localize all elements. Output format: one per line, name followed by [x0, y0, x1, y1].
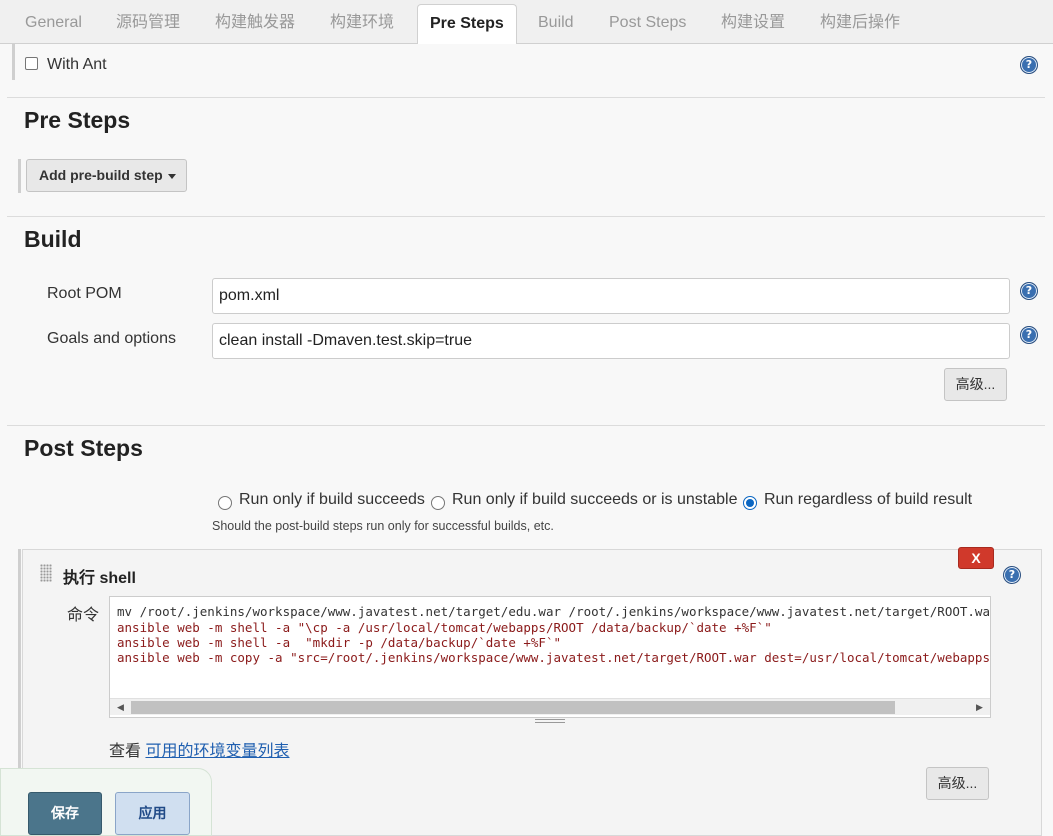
tab-build-settings[interactable]: 构建设置 — [721, 0, 785, 44]
help-icon[interactable]: ? — [1020, 56, 1038, 74]
root-pom-label: Root POM — [47, 285, 122, 302]
delete-step-button[interactable]: X — [958, 547, 994, 569]
tab-source-control[interactable]: 源码管理 — [116, 0, 180, 44]
apply-button[interactable]: 应用 — [115, 792, 190, 835]
command-label: 命令 — [67, 607, 100, 624]
tab-pre-steps[interactable]: Pre Steps — [417, 4, 517, 45]
tab-build-triggers[interactable]: 构建触发器 — [215, 0, 295, 44]
radio-run-if-success-or-unstable-label: Run only if build succeeds or is unstabl… — [452, 491, 738, 508]
tab-build-environment[interactable]: 构建环境 — [330, 0, 394, 44]
scroll-left-icon[interactable]: ◀ — [112, 699, 129, 716]
env-vars-row: 查看 可用的环境变量列表 — [109, 737, 289, 761]
help-icon[interactable]: ? — [1020, 282, 1038, 300]
shell-advanced-button[interactable]: 高级... — [926, 767, 989, 800]
resize-handle-icon[interactable] — [535, 719, 565, 723]
shell-step-title: 执行 shell — [63, 570, 136, 587]
build-advanced-button[interactable]: 高级... — [944, 368, 1007, 401]
save-button[interactable]: 保存 — [28, 792, 102, 835]
divider — [7, 425, 1045, 426]
caret-down-icon — [168, 174, 176, 179]
divider — [7, 97, 1045, 98]
horizontal-scrollbar[interactable]: ◀ ▶ — [110, 698, 990, 715]
radio-run-if-success-label: Run only if build succeeds — [239, 491, 425, 508]
scroll-right-icon[interactable]: ▶ — [971, 699, 988, 716]
goals-options-label: Goals and options — [47, 330, 176, 347]
drag-handle-icon[interactable] — [40, 564, 52, 582]
env-vars-prefix: 查看 — [109, 743, 142, 760]
tab-general[interactable]: General — [25, 0, 82, 44]
post-steps-hint: Should the post-build steps run only for… — [212, 519, 554, 533]
divider — [7, 216, 1045, 217]
code-line: ansible web -m shell -a "mkdir -p /data/… — [117, 635, 562, 650]
tab-post-build-actions[interactable]: 构建后操作 — [820, 0, 900, 44]
with-ant-checkbox[interactable] — [25, 57, 38, 70]
code-line: ansible web -m copy -a "src=/root/.jenki… — [117, 650, 991, 665]
help-icon[interactable]: ? — [1020, 326, 1038, 344]
section-marker — [18, 159, 21, 193]
section-marker — [12, 44, 15, 80]
with-ant-label: With Ant — [47, 56, 107, 73]
add-pre-build-step-label: Add pre-build step — [39, 167, 163, 183]
env-vars-link[interactable]: 可用的环境变量列表 — [145, 743, 289, 760]
tab-build[interactable]: Build — [538, 0, 574, 44]
scrollbar-thumb[interactable] — [131, 701, 895, 714]
post-steps-title: Post Steps — [24, 435, 143, 461]
add-pre-build-step-button[interactable]: Add pre-build step — [26, 159, 187, 192]
code-line: ansible web -m shell -a "\cp -a /usr/loc… — [117, 620, 772, 635]
radio-run-regardless-label: Run regardless of build result — [764, 491, 973, 508]
goals-options-input[interactable]: clean install -Dmaven.test.skip=true — [212, 323, 1010, 359]
radio-run-regardless[interactable] — [743, 496, 757, 510]
pre-steps-title: Pre Steps — [24, 107, 131, 133]
root-pom-input[interactable]: pom.xml — [212, 278, 1010, 314]
tab-post-steps[interactable]: Post Steps — [609, 0, 686, 44]
radio-run-if-success-or-unstable[interactable] — [431, 496, 445, 510]
config-tabs: General 源码管理 构建触发器 构建环境 Pre Steps Build … — [0, 0, 1053, 45]
code-line: mv /root/.jenkins/workspace/www.javatest… — [117, 604, 991, 619]
radio-run-if-success[interactable] — [218, 496, 232, 510]
help-icon[interactable]: ? — [1003, 566, 1021, 584]
build-title: Build — [24, 226, 82, 252]
